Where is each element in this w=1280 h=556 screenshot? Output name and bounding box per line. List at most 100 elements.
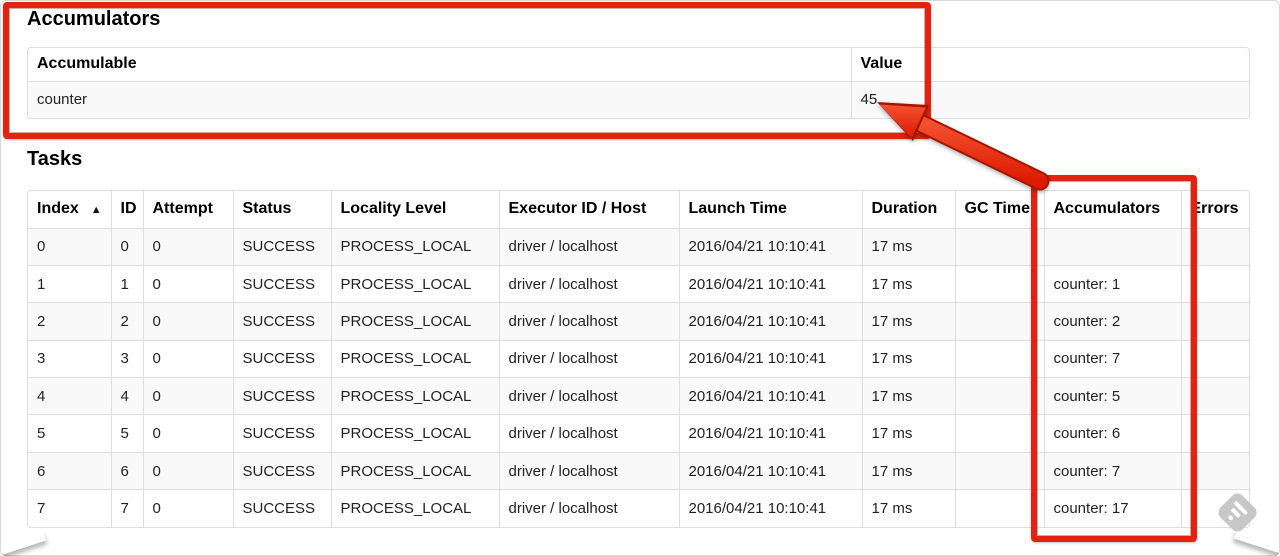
cell-executor-id-host: driver / localhost [498, 227, 679, 266]
cell-accumulators: counter: 2 [1043, 302, 1181, 341]
cell-attempt: 0 [142, 414, 233, 453]
cell-status: SUCCESS [232, 451, 331, 490]
cell-status: SUCCESS [232, 227, 331, 266]
gc-time-column-header[interactable]: GC Time [954, 191, 1044, 228]
table-row: 0 0 0 SUCCESS PROCESS_LOCAL driver / localhos… [28, 227, 1249, 266]
status-column-header[interactable]: Status [232, 191, 331, 228]
cell-errors [1180, 451, 1249, 490]
cell-errors [1180, 264, 1249, 303]
cell-status: SUCCESS [232, 489, 331, 528]
cell-attempt: 0 [142, 489, 233, 528]
cell-locality-level: PROCESS_LOCAL [330, 339, 499, 378]
cell-attempt: 0 [142, 377, 233, 415]
cell-gc-time [954, 414, 1044, 453]
launch-time-column-header[interactable]: Launch Time [678, 191, 862, 228]
cell-duration: 17 ms [861, 377, 955, 415]
cell-attempt: 0 [142, 339, 233, 378]
watermark-stripe [1227, 514, 1234, 521]
cell-executor-id-host: driver / localhost [498, 302, 679, 341]
sort-ascending-icon: ▲ [90, 204, 102, 217]
cell-accumulable: counter [28, 80, 851, 118]
executor-id-host-column-header[interactable]: Executor ID / Host [498, 191, 679, 228]
cell-attempt: 0 [142, 227, 233, 266]
cell-accumulators: counter: 7 [1043, 339, 1181, 378]
spark-stage-details-page: Accumulators Accumulable Value counter 4… [0, 0, 1280, 556]
cell-errors [1180, 339, 1249, 378]
cell-id: 6 [110, 451, 143, 490]
cell-locality-level: PROCESS_LOCAL [330, 377, 499, 415]
table-row: 1 1 0 SUCCESS PROCESS_LOCAL driver / localhos… [28, 264, 1249, 303]
cell-accumulators: counter: 5 [1043, 377, 1181, 415]
locality-level-column-header[interactable]: Locality Level [330, 191, 499, 228]
cell-errors [1180, 414, 1249, 453]
cell-attempt: 0 [142, 264, 233, 303]
cell-value: 45 [850, 80, 1249, 118]
cell-executor-id-host: driver / localhost [498, 377, 679, 415]
cell-status: SUCCESS [232, 377, 331, 415]
cell-accumulators: counter: 7 [1043, 451, 1181, 490]
cell-accumulators: counter: 17 [1043, 489, 1181, 528]
table-row: 3 3 0 SUCCESS PROCESS_LOCAL driver / localhos… [28, 339, 1249, 378]
cell-executor-id-host: driver / localhost [498, 489, 679, 528]
cell-errors [1180, 227, 1249, 266]
cell-gc-time [954, 489, 1044, 528]
cell-locality-level: PROCESS_LOCAL [330, 264, 499, 303]
cell-launch-time: 2016/04/21 10:10:41 [678, 227, 862, 266]
cell-locality-level: PROCESS_LOCAL [330, 302, 499, 341]
cell-errors [1180, 302, 1249, 341]
cell-index: 5 [28, 414, 111, 453]
accumulators-table: Accumulable Value counter 45 [27, 47, 1250, 119]
accumulators-section-title: Accumulators [27, 8, 161, 30]
cell-attempt: 0 [142, 451, 233, 490]
cell-id: 7 [110, 489, 143, 528]
cell-id: 4 [110, 377, 143, 415]
cell-id: 0 [110, 227, 143, 266]
index-column-header[interactable]: Index ▲ [28, 191, 111, 228]
cell-locality-level: PROCESS_LOCAL [330, 489, 499, 528]
cell-launch-time: 2016/04/21 10:10:41 [678, 377, 862, 415]
cell-gc-time [954, 302, 1044, 341]
page-curl-shadow-left [0, 531, 46, 556]
tasks-section-title: Tasks [27, 148, 83, 170]
accumulable-column-header: Accumulable [28, 48, 851, 81]
cell-index: 3 [28, 339, 111, 378]
cell-executor-id-host: driver / localhost [498, 451, 679, 490]
table-row: 2 2 0 SUCCESS PROCESS_LOCAL driver / localhos… [28, 302, 1249, 341]
cell-id: 1 [110, 264, 143, 303]
cell-index: 6 [28, 451, 111, 490]
table-row: counter 45 [28, 80, 1249, 118]
cell-gc-time [954, 227, 1044, 266]
cell-executor-id-host: driver / localhost [498, 339, 679, 378]
cell-duration: 17 ms [861, 302, 955, 341]
cell-executor-id-host: driver / localhost [498, 264, 679, 303]
cell-duration: 17 ms [861, 451, 955, 490]
cell-accumulators: counter: 1 [1043, 264, 1181, 303]
cell-duration: 17 ms [861, 227, 955, 266]
cell-errors [1180, 377, 1249, 415]
cell-locality-level: PROCESS_LOCAL [330, 227, 499, 266]
cell-gc-time [954, 339, 1044, 378]
errors-column-header[interactable]: Errors [1180, 191, 1249, 228]
table-row: 7 7 0 SUCCESS PROCESS_LOCAL driver / localhos… [28, 489, 1249, 528]
cell-launch-time: 2016/04/21 10:10:41 [678, 302, 862, 341]
cell-status: SUCCESS [232, 264, 331, 303]
accumulators-column-header[interactable]: Accumulators [1043, 191, 1181, 228]
cell-id: 2 [110, 302, 143, 341]
cell-accumulators: counter: 6 [1043, 414, 1181, 453]
cell-id: 5 [110, 414, 143, 453]
attempt-column-header[interactable]: Attempt [142, 191, 233, 228]
index-header-label: Index [37, 200, 79, 218]
cell-gc-time [954, 451, 1044, 490]
cell-gc-time [954, 264, 1044, 303]
id-column-header[interactable]: ID [110, 191, 143, 228]
cell-locality-level: PROCESS_LOCAL [330, 414, 499, 453]
accumulators-header-row: Accumulable Value [28, 48, 1249, 81]
cell-executor-id-host: driver / localhost [498, 414, 679, 453]
table-row: 5 5 0 SUCCESS PROCESS_LOCAL driver / localhos… [28, 414, 1249, 453]
cell-duration: 17 ms [861, 339, 955, 378]
cell-duration: 17 ms [861, 489, 955, 528]
cell-index: 2 [28, 302, 111, 341]
cell-launch-time: 2016/04/21 10:10:41 [678, 489, 862, 528]
duration-column-header[interactable]: Duration [861, 191, 955, 228]
tasks-header-row: Index ▲ ID Attempt Status Locality Level … [28, 191, 1249, 228]
